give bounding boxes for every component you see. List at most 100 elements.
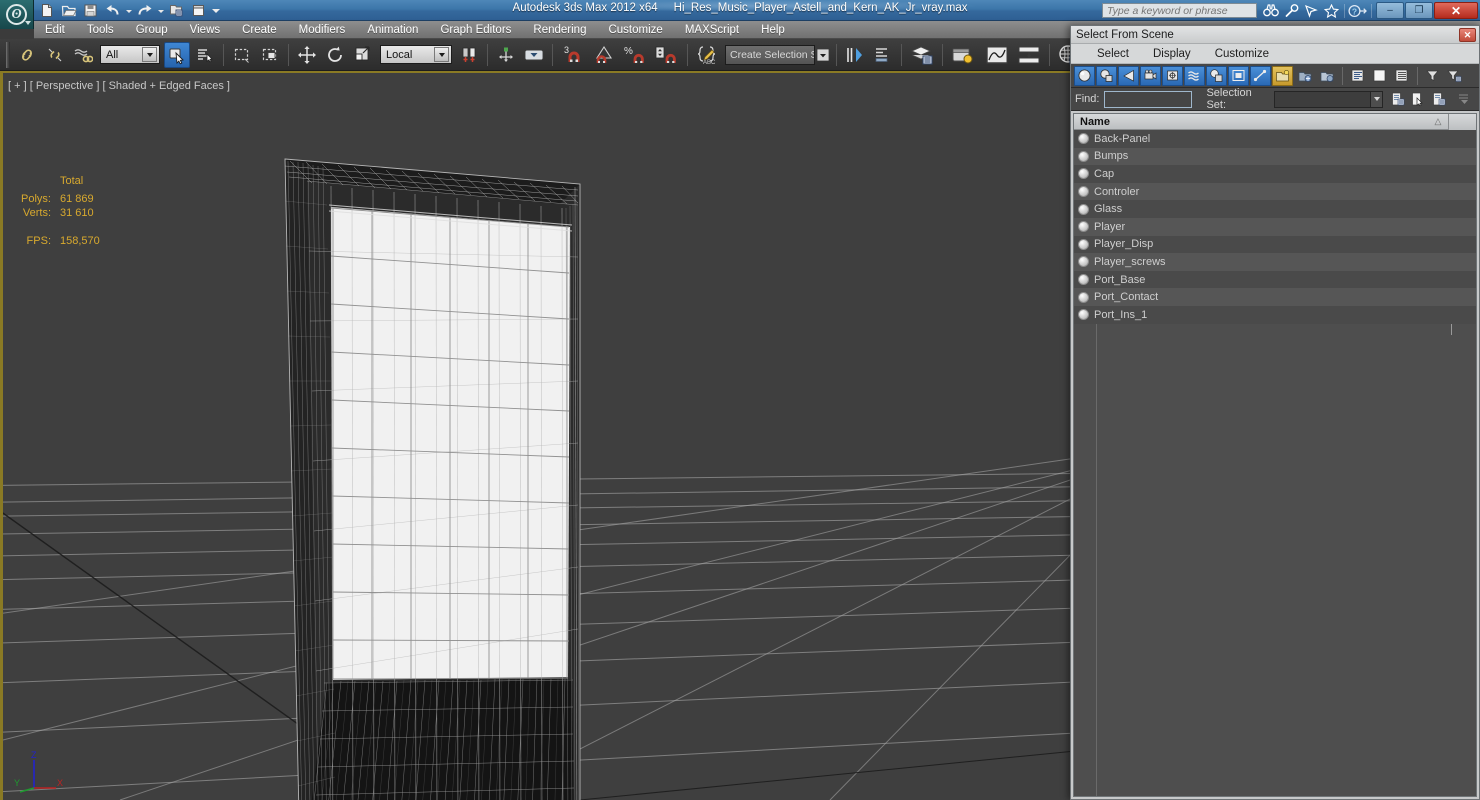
object-state-bulb-icon[interactable]	[1078, 291, 1089, 303]
list-item[interactable]: Player_Disp	[1074, 235, 1476, 254]
display-containers-button[interactable]	[1272, 65, 1293, 86]
display-groups-button[interactable]	[1206, 65, 1227, 86]
spinner-snap-toggle-button[interactable]	[652, 42, 682, 68]
align-button[interactable]	[870, 42, 896, 68]
select-and-manipulate-button[interactable]	[493, 42, 519, 68]
display-lights-button[interactable]	[1118, 65, 1139, 86]
delete-selection-set-button[interactable]	[1429, 89, 1448, 109]
favorites-star-icon[interactable]	[1321, 2, 1341, 19]
find-input[interactable]	[1104, 90, 1193, 108]
sort-ascending-icon[interactable]: △	[1428, 116, 1448, 127]
select-link-button[interactable]	[14, 42, 40, 68]
display-space-warps-button[interactable]	[1184, 65, 1205, 86]
display-hidden-button[interactable]	[1316, 66, 1337, 86]
display-frozen-button[interactable]	[1294, 66, 1315, 86]
use-pivot-point-center-button[interactable]	[456, 42, 482, 68]
redo-icon[interactable]	[134, 2, 155, 20]
list-item[interactable]: Port_Base	[1074, 270, 1476, 289]
toggle-scene-explorer-button[interactable]	[948, 42, 980, 68]
display-cameras-button[interactable]	[1140, 65, 1161, 86]
object-state-bulb-icon[interactable]	[1078, 150, 1089, 162]
menu-item-group[interactable]: Group	[125, 21, 179, 39]
help-arrow-icon[interactable]: ?	[1348, 2, 1368, 19]
keyboard-shortcut-override-button[interactable]	[521, 42, 547, 68]
dialog-title-bar[interactable]: Select From Scene ✕	[1071, 26, 1479, 44]
expand-all-button[interactable]	[1347, 66, 1368, 86]
list-item[interactable]: Port_Ins_1	[1074, 305, 1476, 324]
list-item[interactable]: Back-Panel	[1074, 130, 1476, 148]
object-state-bulb-icon[interactable]	[1078, 221, 1089, 233]
snaps-toggle-button[interactable]: 3	[558, 42, 588, 68]
rectangular-selection-region-button[interactable]	[229, 42, 255, 68]
angle-snap-toggle-button[interactable]	[590, 42, 618, 68]
display-geometry-button[interactable]	[1074, 65, 1095, 86]
select-object-button[interactable]	[164, 41, 190, 68]
list-item[interactable]: Glass	[1074, 200, 1476, 218]
edit-named-selection-sets-button[interactable]: ABC	[693, 42, 721, 68]
create-selection-set-button[interactable]	[1388, 89, 1407, 109]
object-state-bulb-icon[interactable]	[1078, 186, 1089, 198]
workspace-icon[interactable]	[188, 2, 209, 20]
menu-item-customize[interactable]: Customize	[597, 21, 673, 39]
collapse-all-button[interactable]	[1369, 66, 1390, 86]
search-input[interactable]	[1102, 3, 1257, 18]
menu-item-graph-editors[interactable]: Graph Editors	[429, 21, 522, 39]
menu-item-help[interactable]: Help	[750, 21, 796, 39]
column-header-extra[interactable]	[1448, 114, 1476, 130]
menu-item-edit[interactable]: Edit	[34, 21, 76, 39]
set-project-folder-icon[interactable]	[166, 2, 187, 20]
list-body[interactable]: Back-Panel Bumps Cap Controler Glass Pla…	[1074, 130, 1476, 796]
filter-button[interactable]	[1422, 66, 1443, 86]
new-file-icon[interactable]	[36, 2, 57, 20]
display-helpers-button[interactable]	[1162, 65, 1183, 86]
minimize-button[interactable]: –	[1376, 2, 1404, 19]
select-by-name-button[interactable]	[192, 42, 218, 68]
curve-editor-button[interactable]	[982, 42, 1012, 68]
configure-filter-button[interactable]	[1444, 66, 1465, 86]
menu-item-tools[interactable]: Tools	[76, 21, 125, 39]
menu-item-rendering[interactable]: Rendering	[522, 21, 597, 39]
selection-filter-combo[interactable]: All	[100, 45, 160, 64]
search-wrench-icon[interactable]	[1281, 2, 1301, 19]
object-state-bulb-icon[interactable]	[1078, 256, 1089, 268]
search-binoculars-icon[interactable]	[1261, 2, 1281, 19]
open-file-icon[interactable]	[58, 2, 79, 20]
unlink-selection-button[interactable]	[42, 42, 68, 68]
list-item[interactable]: Cap	[1074, 165, 1476, 183]
object-state-bulb-icon[interactable]	[1078, 274, 1089, 286]
dialog-close-button[interactable]: ✕	[1459, 28, 1476, 42]
named-selection-set-combo[interactable]: Create Selection Se	[725, 44, 815, 65]
menu-item-animation[interactable]: Animation	[356, 21, 429, 39]
save-file-icon[interactable]	[80, 2, 101, 20]
object-state-bulb-icon[interactable]	[1078, 133, 1089, 145]
close-button[interactable]: ✕	[1434, 2, 1478, 19]
object-state-bulb-icon[interactable]	[1078, 309, 1089, 321]
reference-coordinate-combo[interactable]: Local	[380, 45, 452, 64]
viewport-label[interactable]: [ + ] [ Perspective ] [ Shaded + Edged F…	[8, 80, 230, 92]
layer-manager-button[interactable]	[907, 42, 937, 68]
restore-button[interactable]: ❐	[1405, 2, 1433, 19]
list-item[interactable]: Player	[1074, 217, 1476, 236]
selection-set-combo[interactable]	[1273, 90, 1372, 108]
undo-icon[interactable]	[102, 2, 123, 20]
menu-item-modifiers[interactable]: Modifiers	[288, 21, 357, 39]
chevron-down-icon[interactable]	[434, 47, 449, 62]
display-shapes-button[interactable]	[1096, 65, 1117, 86]
toolbar-overflow-icon[interactable]	[1455, 89, 1474, 109]
menu-item-views[interactable]: Views	[179, 21, 231, 39]
menu-item-maxscript[interactable]: MAXScript	[674, 21, 750, 39]
object-state-bulb-icon[interactable]	[1078, 203, 1089, 215]
chevron-down-icon[interactable]	[1371, 90, 1384, 108]
dialog-menu-select[interactable]: Select	[1085, 45, 1141, 63]
list-item[interactable]: Port_Contact	[1074, 288, 1476, 306]
mirror-button[interactable]	[842, 42, 868, 68]
toolbar-grip[interactable]	[6, 41, 10, 68]
list-item[interactable]: Controler	[1074, 182, 1476, 201]
named-selection-set-dropdown[interactable]	[815, 42, 831, 68]
application-menu-button[interactable]: ʘ	[0, 0, 34, 29]
object-state-bulb-icon[interactable]	[1078, 238, 1089, 250]
list-item[interactable]: Player_screws	[1074, 253, 1476, 271]
search-tool-icon[interactable]	[1301, 2, 1321, 19]
chevron-down-icon[interactable]	[142, 47, 157, 62]
select-and-scale-button[interactable]	[350, 42, 376, 68]
